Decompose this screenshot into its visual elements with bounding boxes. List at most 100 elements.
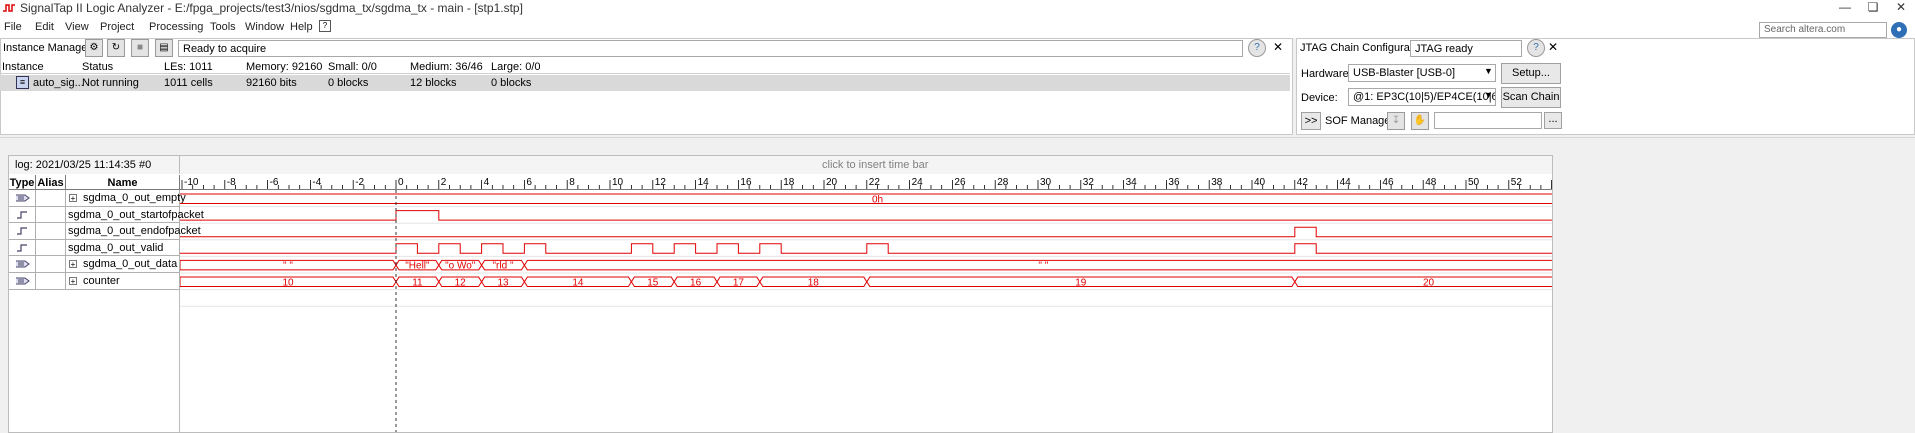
waveform-plot[interactable]: -10 -8 -6 -4 -2 0 2 4 6 8 10 12 14 16 18 20 22 24 26 28 30 32…: [180, 174, 1552, 432]
tick-label: 40: [1254, 177, 1266, 188]
tick-label: -6: [270, 177, 279, 188]
row-les: 1011 cells: [164, 77, 213, 89]
expand-icon[interactable]: +: [69, 194, 77, 203]
signal-name[interactable]: sgdma_0_out_empty: [83, 192, 186, 204]
bus-icon: [15, 276, 31, 286]
window-title: SignalTap II Logic Analyzer - E:/fpga_pr…: [20, 1, 523, 15]
hardware-select[interactable]: USB-Blaster [USB-0]: [1348, 64, 1496, 82]
minimize-icon[interactable]: —: [1831, 0, 1859, 16]
counter-value: 16: [690, 277, 702, 288]
node-icon: [15, 226, 31, 236]
sof-path-field[interactable]: [1434, 112, 1542, 129]
app-icon: [3, 4, 15, 12]
row-small: 0 blocks: [328, 77, 369, 89]
instance-status-field: Ready to acquire: [178, 40, 1243, 57]
data-value: "rld ": [493, 261, 514, 272]
tick-label: 30: [1040, 177, 1052, 188]
device-select[interactable]: @1: EP3C(10|5)/EP4CE(10|6) (0: [1348, 88, 1496, 106]
alias-cell: [36, 206, 66, 224]
data-value: " ": [283, 261, 293, 272]
tick-label: -10: [184, 177, 199, 188]
signal-name[interactable]: counter: [83, 275, 120, 287]
hardware-dropdown-icon[interactable]: ▼: [1484, 66, 1493, 76]
jtag-close-icon[interactable]: ✕: [1548, 40, 1558, 54]
tick-label: 24: [912, 177, 924, 188]
table-divider: [0, 73, 1290, 74]
col-les: LEs: 1011: [164, 61, 213, 73]
menu-edit[interactable]: Edit: [35, 21, 54, 33]
jtag-help-icon[interactable]: ?: [1527, 39, 1545, 57]
tick-label: 4: [484, 177, 490, 188]
col-medium: Medium: 36/46: [410, 61, 483, 73]
counter-value: 12: [455, 277, 467, 288]
tick-label: 26: [954, 177, 966, 188]
read-data-icon[interactable]: ▤: [155, 39, 173, 57]
expand-icon[interactable]: +: [69, 260, 77, 269]
device-label: Device:: [1301, 92, 1338, 104]
stop-program-icon[interactable]: ✋: [1411, 112, 1429, 130]
counter-value: 17: [733, 277, 745, 288]
tick-label: 46: [1382, 177, 1394, 188]
tick-label: -8: [227, 177, 236, 188]
signal-list-empty: [9, 290, 180, 432]
tick-label: 8: [569, 177, 575, 188]
expand-icon[interactable]: +: [69, 277, 77, 286]
tick-label: -4: [312, 177, 321, 188]
run-analysis-icon[interactable]: ↻: [107, 39, 125, 57]
stop-icon[interactable]: ■: [131, 39, 149, 57]
scan-chain-button[interactable]: Scan Chain: [1501, 87, 1561, 108]
menu-help[interactable]: Help: [290, 21, 313, 33]
sof-browse-button[interactable]: ...: [1544, 112, 1562, 129]
alias-cell: [36, 256, 66, 273]
help-icon[interactable]: ?: [1248, 39, 1266, 57]
signal-name[interactable]: sgdma_0_out_valid: [68, 242, 163, 254]
close-panel-icon[interactable]: ✕: [1273, 40, 1283, 54]
menu-processing[interactable]: Processing: [149, 21, 203, 33]
counter-value: 19: [1075, 277, 1087, 288]
globe-icon[interactable]: ●: [1891, 22, 1907, 38]
help-chat-icon[interactable]: ?: [319, 20, 331, 32]
tick-label: 34: [1126, 177, 1138, 188]
menu-file[interactable]: File: [4, 21, 22, 33]
col-small: Small: 0/0: [328, 61, 377, 73]
tick-label: 48: [1425, 177, 1437, 188]
setup-button[interactable]: Setup...: [1501, 63, 1561, 84]
time-bar-hint: click to insert time bar: [822, 159, 929, 171]
menu-project[interactable]: Project: [100, 21, 134, 33]
bus-icon: [15, 259, 31, 269]
tick-label: 6: [526, 177, 532, 188]
row-medium: 12 blocks: [410, 77, 457, 89]
splitter[interactable]: [0, 137, 1915, 154]
valid-trace: [180, 243, 1552, 254]
menu-view[interactable]: View: [65, 21, 89, 33]
alias-cell: [36, 239, 66, 257]
row-instance[interactable]: auto_sig...: [33, 77, 84, 89]
close-icon[interactable]: ✕: [1887, 0, 1915, 16]
menu-bar: [0, 18, 1915, 38]
instance-manager-label: Instance Manager:: [3, 42, 95, 54]
expand-button[interactable]: >>: [1301, 112, 1321, 130]
search-input[interactable]: Search altera.com: [1759, 22, 1887, 38]
row-memory: 92160 bits: [246, 77, 297, 89]
tick-label: 52: [1511, 177, 1523, 188]
bus-icon: [15, 193, 31, 203]
header-alias[interactable]: Alias: [36, 175, 66, 190]
alias-cell: [36, 190, 66, 207]
tick-label: 42: [1297, 177, 1309, 188]
menu-window[interactable]: Window: [245, 21, 284, 33]
counter-value: 18: [808, 277, 820, 288]
node-icon: [15, 243, 31, 253]
counter-value: 10: [282, 277, 294, 288]
program-device-icon[interactable]: ↧: [1387, 112, 1405, 130]
menu-tools[interactable]: Tools: [210, 21, 236, 33]
device-dropdown-icon[interactable]: ▼: [1484, 90, 1493, 100]
row-large: 0 blocks: [491, 77, 532, 89]
signal-name[interactable]: sgdma_0_out_data: [83, 258, 177, 270]
tick-label: 32: [1083, 177, 1095, 188]
restore-icon[interactable]: ❏: [1859, 0, 1887, 16]
tick-label: 12: [655, 177, 667, 188]
header-name[interactable]: Name: [66, 175, 180, 190]
autorun-icon[interactable]: ⚙: [85, 39, 103, 57]
header-type[interactable]: Type: [9, 175, 36, 190]
row-status: Not running: [82, 77, 139, 89]
